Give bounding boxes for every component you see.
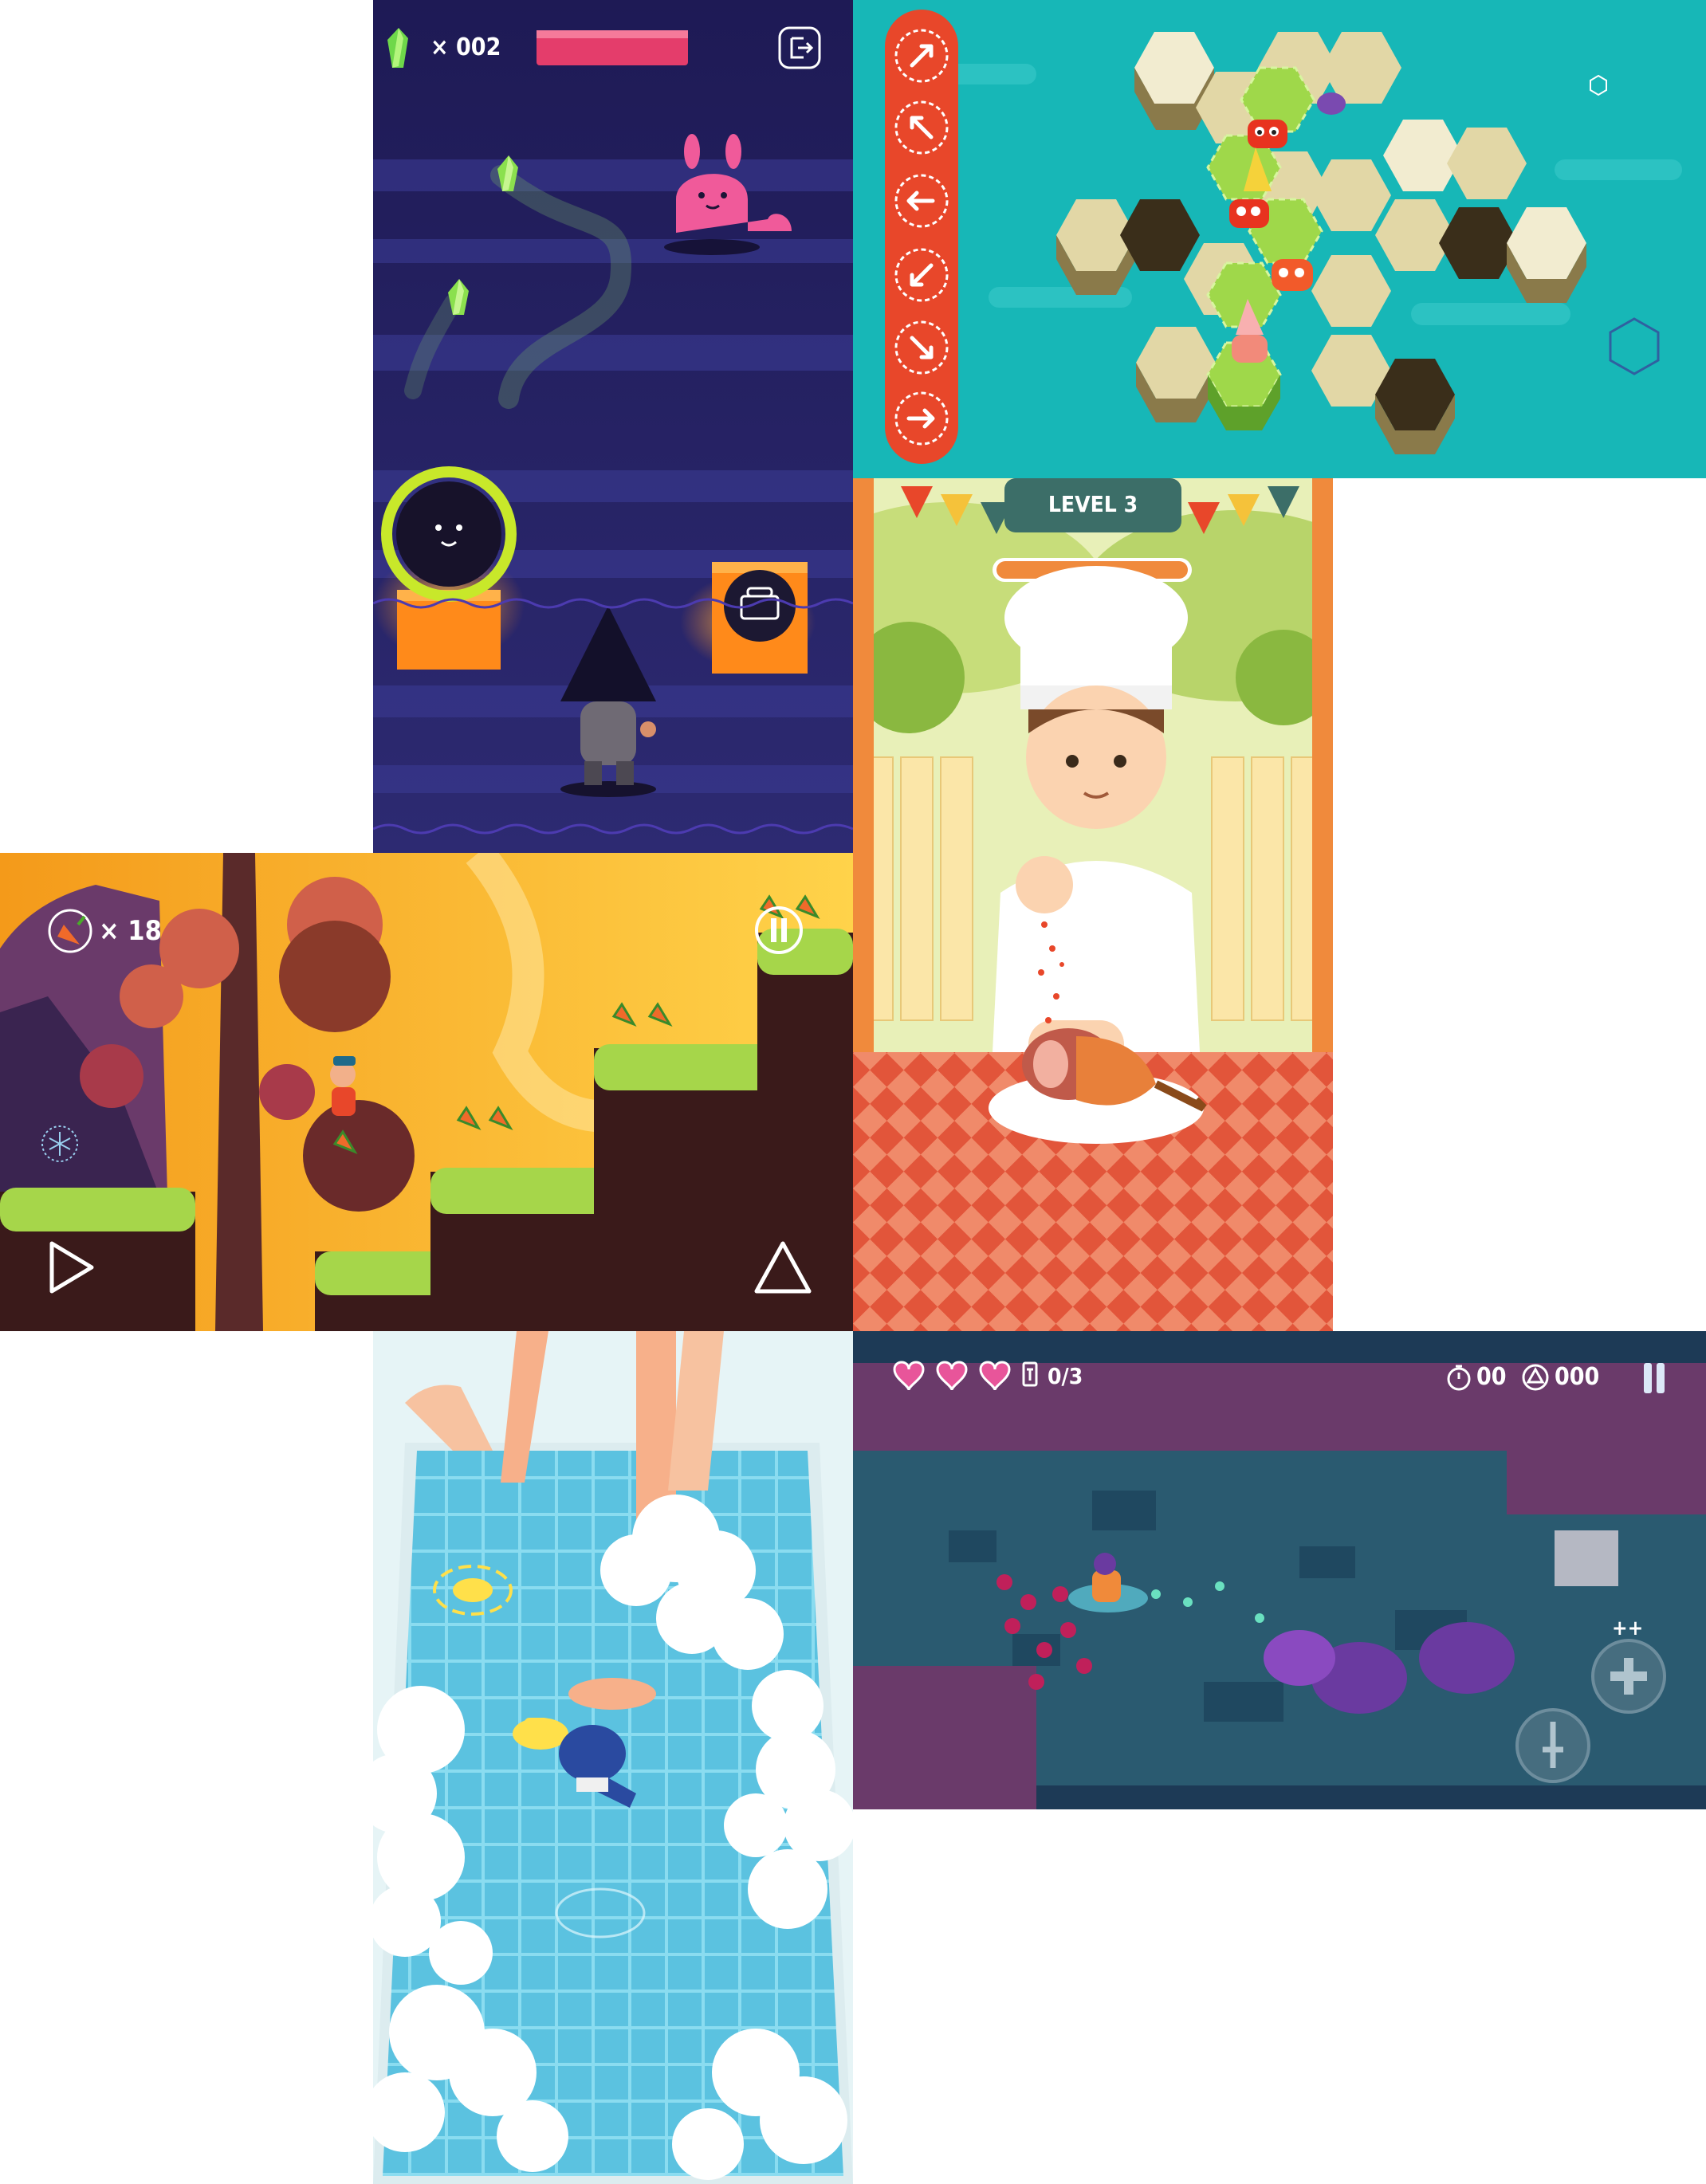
night-garden-scene bbox=[373, 0, 853, 853]
hex-puzzle-screen bbox=[853, 0, 1706, 478]
keys-counter: 0/3 bbox=[1048, 1363, 1083, 1389]
portal-hole[interactable] bbox=[381, 466, 517, 602]
rubber-duck-icon[interactable] bbox=[513, 1718, 568, 1750]
gem-multiplier: × bbox=[430, 33, 449, 61]
orange-fluffy-creature bbox=[1272, 259, 1313, 291]
chef-screen: LEVEL 3 bbox=[853, 478, 1333, 1331]
carrot-count: 18 bbox=[128, 915, 162, 947]
dungeon-screen: 0/3 00 000 ++ bbox=[853, 1331, 1706, 1809]
timer-counter: 00 bbox=[1476, 1363, 1507, 1391]
night-garden-screen: × 002 bbox=[373, 0, 853, 853]
bath-screen bbox=[373, 1331, 853, 2184]
hex-puzzle-scene bbox=[853, 0, 1706, 478]
jungle-runner-screen: × 18 bbox=[0, 853, 853, 1331]
chef-scene bbox=[853, 478, 1333, 1331]
dungeon-scene bbox=[853, 1331, 1706, 1809]
direction-control-bar bbox=[885, 10, 958, 464]
heal-charges-label: ++ bbox=[1612, 1616, 1644, 1640]
gem-counter: × 002 bbox=[430, 33, 501, 61]
carrot-counter: × 18 bbox=[99, 915, 162, 947]
level-label: LEVEL 3 bbox=[1048, 491, 1138, 517]
gem-count: 002 bbox=[456, 33, 501, 61]
carrot-multiplier: × bbox=[99, 915, 120, 947]
bath-scene bbox=[373, 1331, 853, 2184]
red-blob-creature bbox=[1248, 120, 1287, 148]
sword-button-icon[interactable] bbox=[1515, 1708, 1590, 1783]
score-counter: 000 bbox=[1555, 1363, 1600, 1391]
purple-bug-creature bbox=[1317, 92, 1346, 115]
heal-button-icon[interactable] bbox=[1591, 1639, 1666, 1714]
